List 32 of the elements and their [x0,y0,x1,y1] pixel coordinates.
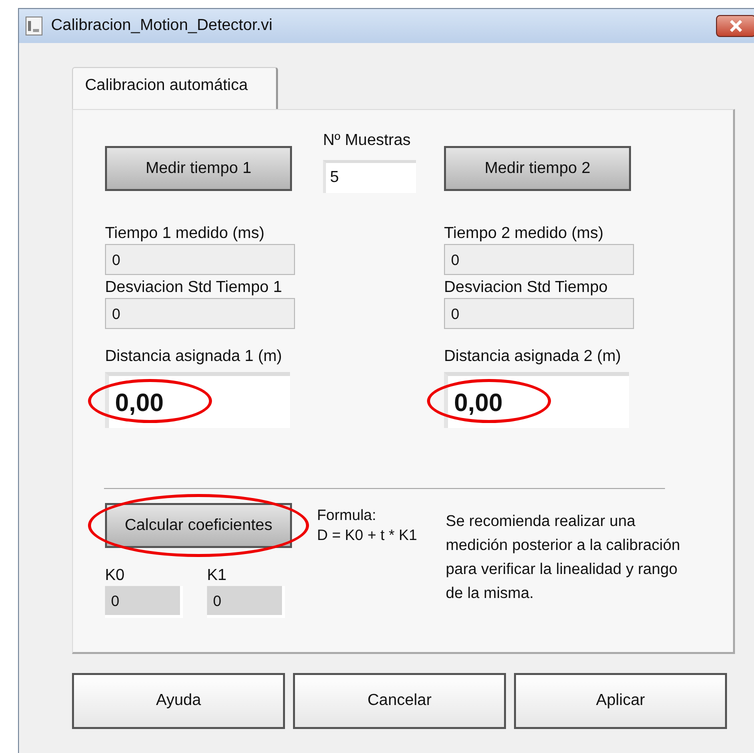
sample-count-field[interactable]: 5 [323,160,416,193]
value-field: 0 [105,586,183,618]
value-field: 0 [105,244,295,275]
tab[interactable]: Calibracion automática [72,67,278,109]
formula-text: Formula: [317,506,378,526]
value-field: 0 [207,586,285,618]
measure-button[interactable]: Medir tiempo 2 [444,146,631,191]
value-field: 0 [444,244,634,275]
field-label: Desviacion Std Tiempo [444,278,609,298]
dialog-button[interactable]: Ayuda [72,673,285,729]
distance-field[interactable]: 0,00 [444,372,629,428]
formula-text: D = K0 + t * K1 [317,526,418,546]
calculate-button[interactable]: Calcular coeficientes [105,503,292,548]
field-label: Distancia asignada 2 (m) [444,347,622,367]
dialog-button[interactable]: Aplicar [514,673,727,729]
field-label: Tiempo 2 medido (ms) [444,224,604,244]
field-label: Tiempo 1 medido (ms) [105,224,266,244]
field-label: Nº Muestras [323,131,412,151]
close-icon [729,20,743,32]
field-label: Distancia asignada 1 (m) [105,347,283,367]
close-button[interactable] [716,15,754,37]
value-field: 0 [444,298,634,329]
value-field: 0 [105,298,295,329]
dialog-button[interactable]: Cancelar [293,673,506,729]
note-text: Se recomienda realizar una medición posterior a la calibración para verificar la linealidad y rango de la misma. [446,512,682,604]
app-icon [25,16,43,36]
field-label: K1 [207,566,228,586]
field-label: Desviacion Std Tiempo 1 [105,278,283,298]
field-label: K0 [105,566,126,586]
window-title: Calibracion_Motion_Detector.vi [51,17,274,35]
distance-field[interactable]: 0,00 [105,372,290,428]
measure-button[interactable]: Medir tiempo 1 [105,146,292,191]
